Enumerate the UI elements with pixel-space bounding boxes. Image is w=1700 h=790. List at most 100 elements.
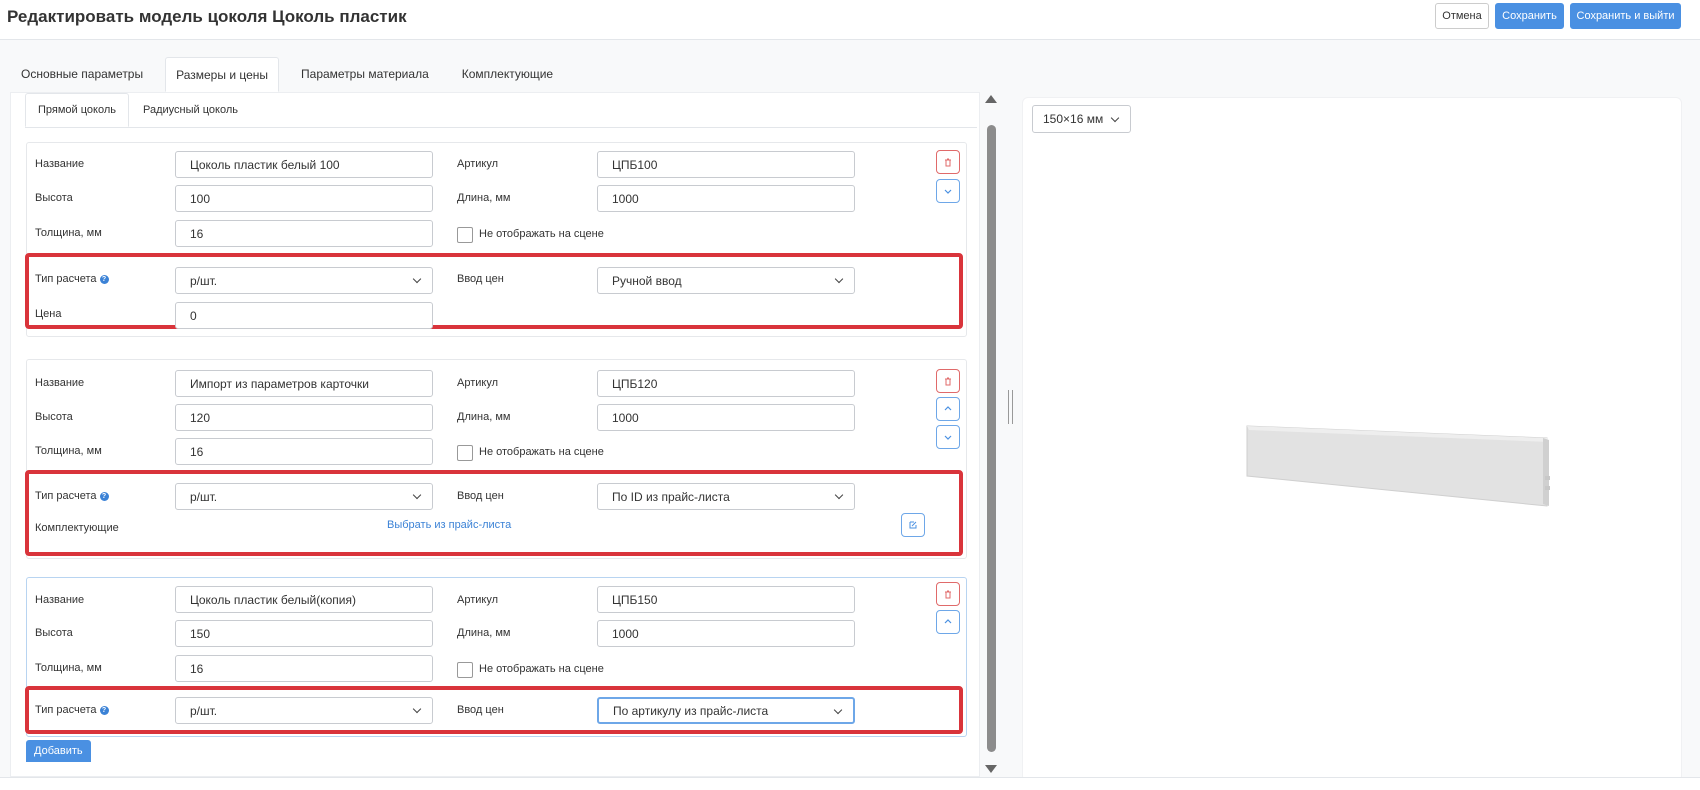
chevron-up-icon	[944, 619, 952, 624]
price-input-select[interactable]: По артикулу из прайс-листа	[597, 697, 855, 724]
scroll-down-arrow[interactable]	[985, 765, 997, 773]
cancel-button[interactable]: Отмена	[1435, 3, 1489, 29]
trash-icon	[945, 377, 951, 386]
delete-button[interactable]	[936, 582, 960, 606]
sizes-panel: Прямой цоколь Радиусный цоколь Название …	[10, 92, 980, 777]
name-label: Название	[35, 377, 85, 389]
article-label: Артикул	[457, 158, 499, 170]
length-label: Длина, мм	[457, 192, 511, 204]
subtab-divider	[25, 127, 977, 128]
tab-accessories[interactable]: Комплектующие	[451, 57, 564, 91]
select-from-price-list-link[interactable]: Выбрать из прайс-листа	[387, 519, 511, 531]
plinth-item-card: Название Цоколь пластик белый 100 Артику…	[25, 142, 967, 337]
name-input[interactable]: Цоколь пластик белый 100	[175, 151, 433, 178]
hide-on-scene-checkbox[interactable]	[457, 445, 473, 461]
help-icon[interactable]: ?	[99, 491, 109, 501]
price-input-label: Ввод цен	[457, 490, 504, 502]
calc-type-label: Тип расчета?	[35, 704, 109, 716]
delete-button[interactable]	[936, 369, 960, 393]
height-label: Высота	[35, 411, 73, 423]
footer-bar	[0, 777, 1700, 790]
height-input[interactable]: 100	[175, 185, 433, 212]
hide-on-scene-checkbox[interactable]	[457, 227, 473, 243]
thickness-label: Толщина, мм	[35, 445, 102, 457]
main-tabs: Основные параметры Размеры и цены Параме…	[10, 57, 575, 92]
edit-icon	[909, 521, 917, 529]
article-input[interactable]: ЦПБ150	[597, 586, 855, 613]
article-label: Артикул	[457, 377, 499, 389]
tab-basic-params[interactable]: Основные параметры	[10, 57, 154, 91]
trash-icon	[945, 590, 951, 599]
add-button[interactable]: Добавить	[26, 740, 91, 762]
save-and-exit-button[interactable]: Сохранить и выйти	[1570, 3, 1681, 29]
name-input[interactable]: Импорт из параметров карточки	[175, 370, 433, 397]
thickness-input[interactable]: 16	[175, 438, 433, 465]
hide-on-scene-label: Не отображать на сцене	[479, 663, 604, 675]
scroll-thumb[interactable]	[987, 125, 996, 752]
name-input[interactable]: Цоколь пластик белый(копия)	[175, 586, 433, 613]
price-input-label: Ввод цен	[457, 273, 504, 285]
hide-on-scene-checkbox[interactable]	[457, 662, 473, 678]
panel-splitter[interactable]	[1007, 390, 1015, 424]
height-label: Высота	[35, 192, 73, 204]
length-input[interactable]: 1000	[597, 620, 855, 647]
name-label: Название	[35, 158, 85, 170]
help-icon[interactable]: ?	[99, 705, 109, 715]
accessories-label: Комплектующие	[35, 522, 119, 534]
chevron-down-icon	[944, 189, 952, 194]
calc-type-select[interactable]: р/шт.	[175, 483, 433, 510]
name-label: Название	[35, 594, 85, 606]
length-label: Длина, мм	[457, 627, 511, 639]
plinth-item-card: Название Импорт из параметров карточки А…	[25, 359, 967, 559]
hide-on-scene-label: Не отображать на сцене	[479, 446, 604, 458]
article-label: Артикул	[457, 594, 499, 606]
thickness-label: Толщина, мм	[35, 662, 102, 674]
size-select[interactable]: 150×16 мм	[1032, 105, 1131, 133]
scroll-up-arrow[interactable]	[985, 95, 997, 103]
save-button[interactable]: Сохранить	[1495, 3, 1564, 29]
length-input[interactable]: 1000	[597, 404, 855, 431]
move-up-button[interactable]	[936, 397, 960, 421]
price-input-label: Ввод цен	[457, 704, 504, 716]
calc-type-label: Тип расчета?	[35, 490, 109, 502]
price-input-select[interactable]: Ручной ввод	[597, 267, 855, 294]
thickness-input[interactable]: 16	[175, 655, 433, 682]
edit-accessories-button[interactable]	[901, 513, 925, 537]
vertical-scrollbar[interactable]	[984, 95, 998, 777]
preview-panel: 150×16 мм	[1022, 97, 1682, 782]
hide-on-scene-label: Не отображать на сцене	[479, 228, 604, 240]
top-bar: Редактировать модель цоколя Цоколь пласт…	[0, 0, 1700, 40]
tab-sizes-prices[interactable]: Размеры и цены	[165, 57, 280, 92]
price-input[interactable]: 0	[175, 302, 433, 329]
trash-icon	[945, 158, 951, 167]
calc-type-label: Тип расчета?	[35, 273, 109, 285]
subtab-radius-plinth[interactable]: Радиусный цоколь	[130, 93, 251, 127]
length-label: Длина, мм	[457, 411, 511, 423]
help-icon[interactable]: ?	[99, 274, 109, 284]
price-input-select[interactable]: По ID из прайс-листа	[597, 483, 855, 510]
plinth-3d-preview[interactable]	[1243, 418, 1563, 518]
chevron-up-icon	[944, 406, 952, 411]
height-input[interactable]: 150	[175, 620, 433, 647]
move-up-button[interactable]	[936, 610, 960, 634]
tab-material-params[interactable]: Параметры материала	[290, 57, 440, 91]
calc-type-select[interactable]: р/шт.	[175, 697, 433, 724]
sub-tabs: Прямой цоколь Радиусный цоколь	[25, 93, 252, 127]
height-label: Высота	[35, 627, 73, 639]
content-area: Основные параметры Размеры и цены Параме…	[0, 40, 1700, 782]
height-input[interactable]: 120	[175, 404, 433, 431]
move-down-button[interactable]	[936, 179, 960, 203]
chevron-down-icon	[944, 435, 952, 440]
calc-type-select[interactable]: р/шт.	[175, 267, 433, 294]
thickness-label: Толщина, мм	[35, 227, 102, 239]
delete-button[interactable]	[936, 150, 960, 174]
article-input[interactable]: ЦПБ100	[597, 151, 855, 178]
move-down-button[interactable]	[936, 425, 960, 449]
plinth-item-card: Название Цоколь пластик белый(копия) Арт…	[25, 577, 967, 737]
length-input[interactable]: 1000	[597, 185, 855, 212]
article-input[interactable]: ЦПБ120	[597, 370, 855, 397]
subtab-straight-plinth[interactable]: Прямой цоколь	[25, 93, 129, 127]
thickness-input[interactable]: 16	[175, 220, 433, 247]
page-title: Редактировать модель цоколя Цоколь пласт…	[7, 7, 407, 26]
price-label: Цена	[35, 308, 62, 320]
